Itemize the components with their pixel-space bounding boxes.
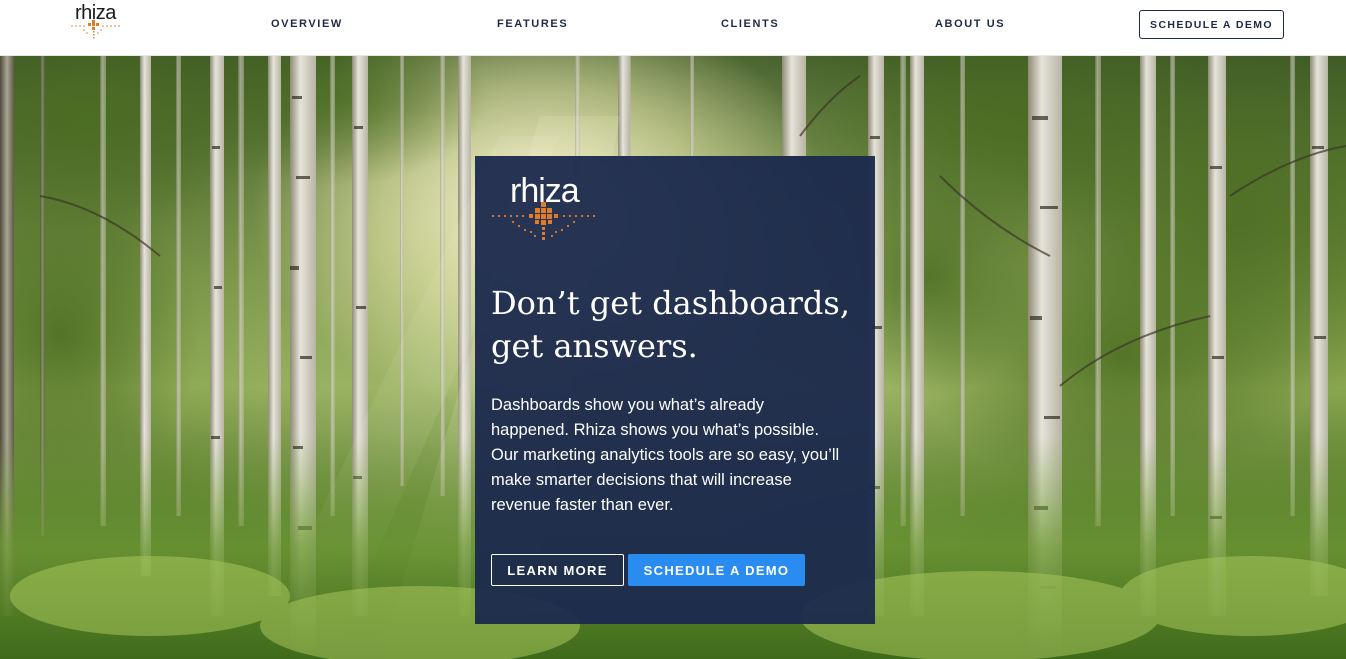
nav-link-overview[interactable]: OVERVIEW — [271, 18, 343, 30]
nav-link-about-us[interactable]: ABOUT US — [935, 18, 1005, 30]
hero-headline-line-1: Don’t get dashboards, — [491, 284, 850, 322]
schedule-demo-button[interactable]: SCHEDULE A DEMO — [628, 554, 805, 586]
hero-headline: Don’t get dashboards, get answers. — [491, 282, 863, 368]
nav-link-clients[interactable]: CLIENTS — [721, 18, 779, 30]
nav-link-features[interactable]: FEATURES — [497, 18, 568, 30]
learn-more-button[interactable]: LEARN MORE — [491, 554, 624, 586]
card-logo-root-mark-icon — [491, 202, 596, 240]
top-navigation-bar: rhiza OVERVIEW FEATURES CLIENTS ABOUT US… — [0, 0, 1346, 56]
hero-section: rhiza Don’t get dashboards, get answers. … — [0, 56, 1346, 659]
logo-root-mark-icon — [71, 20, 120, 39]
hero-description: Dashboards show you what’s already happe… — [491, 396, 840, 514]
card-rhiza-logo: rhiza — [489, 172, 601, 244]
hero-headline-line-2: get answers. — [491, 327, 698, 365]
nav-schedule-demo-button[interactable]: SCHEDULE A DEMO — [1139, 10, 1284, 39]
hero-card: rhiza Don’t get dashboards, get answers. … — [475, 156, 875, 624]
rhiza-logo[interactable]: rhiza — [68, 2, 124, 46]
